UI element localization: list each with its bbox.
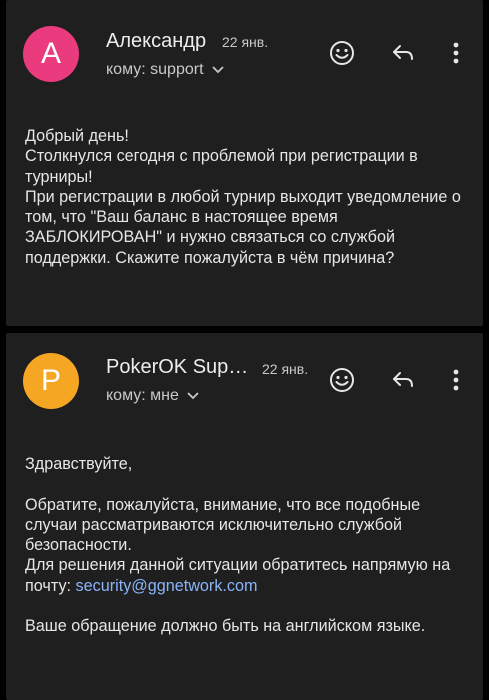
recipient-toggle[interactable]: кому: support <box>106 61 224 79</box>
message-body: Здравствуйте, Обратите, пожалуйста, вним… <box>25 454 469 637</box>
more-options-button[interactable] <box>438 35 474 71</box>
emoji-reaction-button[interactable] <box>324 35 360 71</box>
avatar-letter: P <box>40 364 61 397</box>
body-text-before-link: Здравствуйте, Обратите, пожалуйста, вним… <box>25 455 451 595</box>
avatar-letter: А <box>40 37 61 70</box>
reply-button[interactable] <box>385 362 421 398</box>
emoji-reaction-icon <box>330 41 354 65</box>
message-card: P PokerOK Sup… 22 янв. кому: мне Здравст… <box>6 333 483 700</box>
recipient-text: кому: мне <box>106 387 179 404</box>
avatar[interactable]: P <box>23 353 79 409</box>
email-link[interactable]: security@ggnetwork.com <box>76 577 258 595</box>
message-body: Добрый день! Столкнулся сегодня с пробле… <box>25 127 461 267</box>
chevron-down-icon <box>211 66 224 74</box>
message-date: 22 янв. <box>262 361 309 377</box>
more-vert-icon <box>453 42 459 64</box>
reply-icon <box>393 45 413 60</box>
more-options-button[interactable] <box>438 362 474 398</box>
message-date: 22 янв. <box>222 34 269 50</box>
emoji-reaction-button[interactable] <box>324 362 360 398</box>
emoji-reaction-icon <box>330 368 354 392</box>
more-vert-icon <box>453 369 459 391</box>
avatar[interactable]: А <box>23 26 79 82</box>
chevron-down-icon <box>187 392 199 400</box>
reply-button[interactable] <box>385 35 421 71</box>
body-text-after-link: Ваше обращение должно быть на английском… <box>25 617 426 636</box>
message-card: А Александр 22 янв. кому: support Добрый… <box>6 0 483 326</box>
reply-icon <box>393 372 413 387</box>
recipient-toggle[interactable]: кому: мне <box>106 387 199 405</box>
recipient-text: кому: support <box>106 61 204 78</box>
sender-name[interactable]: Александр <box>106 30 206 53</box>
sender-name[interactable]: PokerOK Sup… <box>106 356 248 379</box>
